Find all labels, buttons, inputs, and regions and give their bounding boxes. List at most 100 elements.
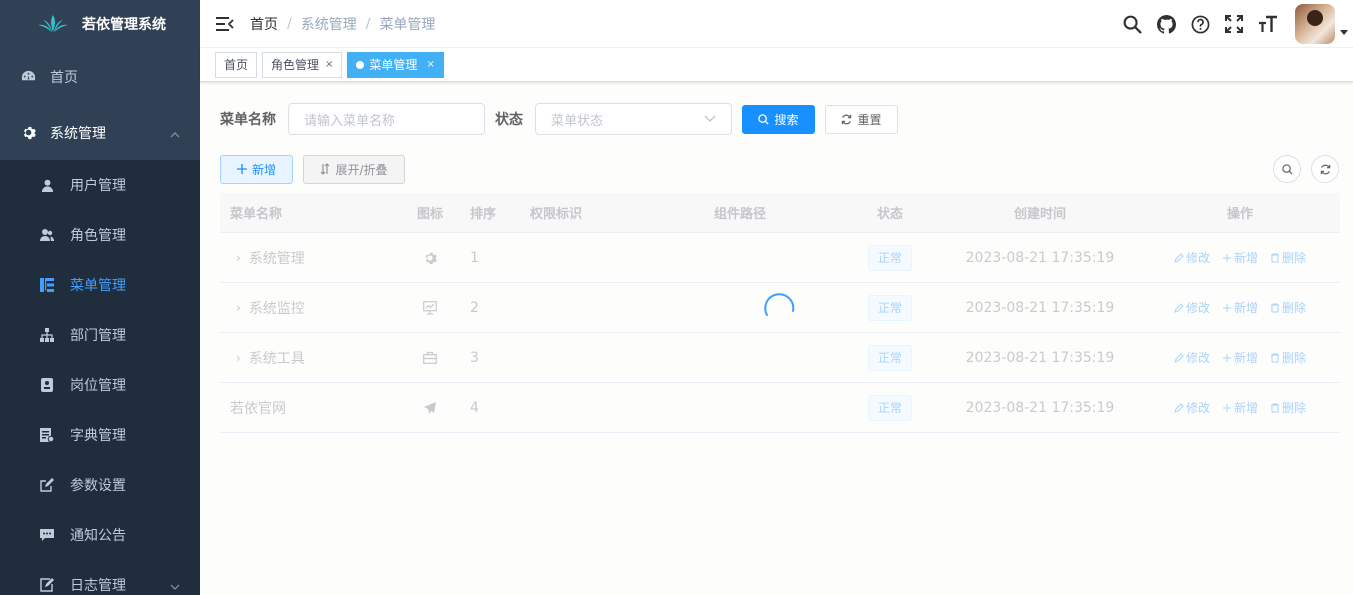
status-select[interactable]: 菜单状态 — [535, 103, 732, 135]
status-placeholder: 菜单状态 — [551, 113, 604, 129]
app-title: 若依管理系统 — [82, 17, 166, 33]
close-icon[interactable]: × — [325, 53, 333, 77]
menu-name: 若依官网 — [230, 400, 286, 417]
delete-button[interactable]: 删除 — [1270, 399, 1306, 416]
plus-icon — [1222, 303, 1231, 312]
edit-icon — [1174, 352, 1184, 363]
plus-icon — [1222, 353, 1231, 362]
add-button[interactable]: 新增 — [220, 154, 293, 184]
table-row: › 系统工具 3 正常 2023-08-21 17:35:19 修改 新增 删除 — [220, 333, 1340, 383]
col-header: 创建时间 — [1013, 207, 1066, 222]
tag-label: 菜单管理 — [369, 57, 418, 72]
menu-table: 菜单名称 图标 排序 权限标识 组件路径 状态 创建时间 操作 › 系统管理 1… — [220, 193, 1340, 433]
reset-button-label: 重置 — [857, 112, 882, 127]
edit-button[interactable]: 修改 — [1174, 349, 1210, 366]
toggle-search-button[interactable] — [1273, 155, 1301, 183]
close-icon[interactable]: × — [426, 53, 434, 77]
created-cell: 2023-08-21 17:35:19 — [965, 299, 1115, 316]
tag-label: 角色管理 — [271, 57, 320, 72]
sidebar-item-notice[interactable]: 通知公告 — [0, 510, 200, 560]
col-header: 排序 — [470, 207, 497, 222]
table-header: 菜单名称 图标 排序 权限标识 组件路径 状态 创建时间 操作 — [220, 193, 1340, 233]
sidebar-item-label: 菜单管理 — [70, 278, 126, 294]
col-header: 权限标识 — [530, 207, 583, 222]
font-size-icon[interactable] — [1251, 0, 1285, 48]
sidebar-item-menu[interactable]: 菜单管理 — [0, 260, 200, 310]
search-icon[interactable] — [1115, 0, 1149, 48]
sidebar-item-label: 部门管理 — [70, 328, 126, 344]
reset-button[interactable]: 重置 — [825, 104, 898, 134]
github-icon[interactable] — [1149, 0, 1183, 48]
tag-label: 首页 — [224, 57, 249, 72]
edit-icon — [1174, 302, 1184, 313]
menu-fold-icon — [216, 16, 234, 31]
chevron-down-icon — [170, 580, 180, 595]
active-dot — [356, 60, 365, 69]
menu-name-input[interactable]: 请输入菜单名称 — [288, 103, 485, 135]
loading-spinner-icon — [764, 293, 795, 316]
edit-button[interactable]: 修改 — [1174, 249, 1210, 266]
monitor-icon — [423, 300, 437, 315]
delete-button[interactable]: 删除 — [1270, 249, 1306, 266]
dashboard-icon — [20, 69, 36, 85]
sidebar-item-role[interactable]: 角色管理 — [0, 210, 200, 260]
table-row: 若依官网 4 正常 2023-08-21 17:35:19 修改 新增 删除 — [220, 383, 1340, 433]
sidebar-item-dict[interactable]: 字典管理 — [0, 410, 200, 460]
navbar: 首页 / 系统管理 / 菜单管理 — [200, 0, 1353, 48]
edit-button[interactable]: 修改 — [1174, 399, 1210, 416]
user-icon — [40, 178, 54, 192]
logo[interactable]: 若依管理系统 — [0, 0, 200, 48]
sidebar-item-label: 日志管理 — [70, 578, 126, 594]
breadcrumb-home[interactable]: 首页 — [250, 14, 278, 34]
status-badge: 正常 — [867, 244, 912, 271]
col-header: 操作 — [1226, 207, 1253, 222]
question-icon[interactable] — [1183, 0, 1217, 48]
search-button[interactable]: 搜索 — [742, 104, 815, 134]
sidebar-item-dept[interactable]: 部门管理 — [0, 310, 200, 360]
fullscreen-icon[interactable] — [1217, 0, 1251, 48]
col-header: 状态 — [876, 207, 903, 222]
sidebar-item-label: 用户管理 — [70, 178, 126, 194]
sidebar: 若依管理系统 首页 系统管理 用户管理 角色管理 菜单管理 部门管理 岗位管理 … — [0, 0, 200, 595]
expand-icon[interactable]: › — [236, 351, 241, 365]
tag-role[interactable]: 角色管理 × — [262, 51, 343, 78]
expand-toggle-button[interactable]: 展开/折叠 — [303, 154, 405, 184]
sidebar-item-label: 字典管理 — [70, 428, 126, 444]
breadcrumb-system: 系统管理 — [300, 16, 357, 33]
edit-button[interactable]: 修改 — [1174, 299, 1210, 316]
add-child-button[interactable]: 新增 — [1222, 399, 1258, 416]
sidebar-item-home[interactable]: 首页 — [0, 48, 200, 105]
sidebar-item-log[interactable]: 日志管理 — [0, 560, 200, 595]
delete-icon — [1271, 403, 1279, 412]
dict-icon — [40, 428, 54, 442]
add-child-button[interactable]: 新增 — [1222, 299, 1258, 316]
breadcrumb: 首页 / 系统管理 / 菜单管理 — [250, 14, 436, 34]
chevron-down-icon — [704, 112, 716, 127]
delete-button[interactable]: 删除 — [1270, 299, 1306, 316]
status-label: 状态 — [495, 112, 523, 128]
table-row: › 系统管理 1 正常 2023-08-21 17:35:19 修改 新增 删除 — [220, 233, 1340, 283]
tag-menu[interactable]: 菜单管理 × — [347, 51, 444, 78]
tags-view: 首页 角色管理 × 菜单管理 × — [200, 48, 1353, 82]
sidebar-item-system[interactable]: 系统管理 — [0, 105, 200, 160]
toolbar: 新增 展开/折叠 — [220, 154, 1339, 184]
expand-icon[interactable]: › — [236, 301, 241, 315]
delete-button[interactable]: 删除 — [1270, 349, 1306, 366]
peoples-icon — [40, 228, 54, 242]
caret-down-icon[interactable] — [1335, 30, 1353, 36]
plus-icon — [1222, 253, 1231, 262]
sidebar-item-config[interactable]: 参数设置 — [0, 460, 200, 510]
add-child-button[interactable]: 新增 — [1222, 249, 1258, 266]
refresh-button[interactable] — [1311, 155, 1339, 183]
avatar[interactable] — [1295, 4, 1335, 44]
hamburger-toggle[interactable] — [200, 0, 250, 48]
sidebar-item-label: 参数设置 — [70, 478, 126, 494]
sidebar-item-user[interactable]: 用户管理 — [0, 160, 200, 210]
add-child-button[interactable]: 新增 — [1222, 349, 1258, 366]
tag-home[interactable]: 首页 — [215, 51, 258, 78]
search-form: 菜单名称 请输入菜单名称 状态 菜单状态 搜索 重置 — [220, 103, 1333, 135]
sidebar-item-post[interactable]: 岗位管理 — [0, 360, 200, 410]
delete-icon — [1271, 303, 1279, 312]
expand-icon[interactable]: › — [236, 251, 241, 265]
post-icon — [40, 378, 54, 392]
